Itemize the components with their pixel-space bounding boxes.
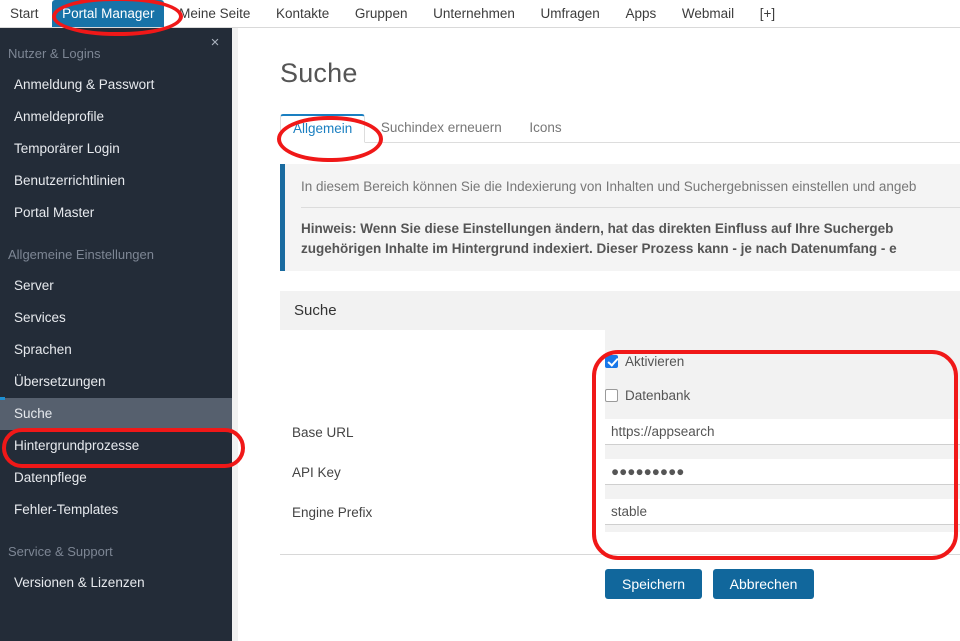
api-key-input[interactable] <box>605 459 960 485</box>
nav-item-meine-seite[interactable]: Meine Seite <box>168 0 261 27</box>
tab-allgemein[interactable]: Allgemein <box>280 114 366 143</box>
alert-note-text: Hinweis: Wenn Sie diese Einstellungen än… <box>301 219 960 259</box>
sidebar-item-versionen-lizenzen[interactable]: Versionen & Lizenzen <box>0 567 238 599</box>
tab-icons[interactable]: Icons <box>517 114 573 142</box>
checkbox-label-datenbank: Datenbank <box>625 387 691 403</box>
alert-note-line-2: zugehörigen Inhalte im Hintergrund index… <box>301 241 897 256</box>
nav-item-unternehmen[interactable]: Unternehmen <box>422 0 526 27</box>
form-action-bar: Speichern Abbrechen <box>280 569 960 599</box>
form-row-aktivieren: Aktivieren <box>280 344 960 378</box>
section-header-suche: Suche <box>280 291 960 330</box>
main-content: Suche Allgemein Suchindex erneuern Icons… <box>238 28 960 641</box>
sidebar-item-anmeldung-passwort[interactable]: Anmeldung & Passwort <box>0 69 238 101</box>
nav-item-portal-manager[interactable]: Portal Manager <box>52 0 165 27</box>
top-navigation-bar: Start Portal Manager Meine Seite Kontakt… <box>0 0 960 28</box>
nav-item-add-more[interactable]: [+] <box>749 0 786 27</box>
sidebar-item-suche[interactable]: Suche <box>0 397 238 430</box>
alert-note-line-1: Hinweis: Wenn Sie diese Einstellungen än… <box>301 221 894 236</box>
nav-item-kontakte[interactable]: Kontakte <box>265 0 340 27</box>
sidebar-item-sprachen[interactable]: Sprachen <box>0 334 238 366</box>
form-label-api-key: API Key <box>292 464 341 480</box>
sidebar-item-datenpflege[interactable]: Datenpflege <box>0 462 238 494</box>
tab-suchindex-erneuern[interactable]: Suchindex erneuern <box>369 114 514 142</box>
sidebar-scrollbar[interactable] <box>232 28 238 641</box>
checkbox-datenbank[interactable] <box>605 388 618 402</box>
search-settings-form: Aktivieren Datenbank Base URL API Key <box>280 330 960 532</box>
form-row-datenbank: Datenbank <box>280 378 960 412</box>
alert-divider <box>301 207 960 208</box>
engine-prefix-input[interactable] <box>605 499 960 525</box>
save-button[interactable]: Speichern <box>605 569 703 599</box>
checkbox-aktivieren[interactable] <box>605 354 618 368</box>
form-label-engine-prefix: Engine Prefix <box>292 504 373 520</box>
nav-item-start[interactable]: Start <box>0 0 49 27</box>
nav-item-umfragen[interactable]: Umfragen <box>530 0 611 27</box>
sidebar-item-uebersetzungen[interactable]: Übersetzungen <box>0 366 238 398</box>
close-icon[interactable]: × <box>206 34 224 52</box>
form-row-base-url: Base URL <box>280 412 960 452</box>
sidebar-item-anmeldeprofile[interactable]: Anmeldeprofile <box>0 101 238 133</box>
sidebar-item-hintergrundprozesse[interactable]: Hintergrundprozesse <box>0 430 238 462</box>
form-row-api-key: API Key <box>280 452 960 492</box>
cancel-button[interactable]: Abbrechen <box>712 569 815 599</box>
page-title: Suche <box>280 58 358 88</box>
form-row-engine-prefix: Engine Prefix <box>280 492 960 532</box>
nav-item-gruppen[interactable]: Gruppen <box>344 0 419 27</box>
sidebar-item-temporaerer-login[interactable]: Temporärer Login <box>0 133 238 165</box>
nav-item-apps[interactable]: Apps <box>614 0 667 27</box>
nav-item-webmail[interactable]: Webmail <box>671 0 745 27</box>
sidebar-item-fehler-templates[interactable]: Fehler-Templates <box>0 494 238 526</box>
sidebar-item-portal-master[interactable]: Portal Master <box>0 197 238 229</box>
tab-bar: Allgemein Suchindex erneuern Icons <box>280 113 960 143</box>
sidebar-item-services[interactable]: Services <box>0 302 238 334</box>
checkbox-label-aktivieren: Aktivieren <box>625 353 685 369</box>
sidebar-item-server[interactable]: Server <box>0 270 238 302</box>
form-label-base-url: Base URL <box>292 424 354 440</box>
sidebar-item-benutzerrichtlinien[interactable]: Benutzerrichtlinien <box>0 165 238 197</box>
sidebar-group-title-allgemeine-einstellungen: Allgemeine Einstellungen <box>8 247 154 262</box>
alert-description-text: In diesem Bereich können Sie die Indexie… <box>301 179 917 194</box>
sidebar-group-title-service-support: Service & Support <box>8 544 113 559</box>
form-footer-divider <box>280 554 960 555</box>
base-url-input[interactable] <box>605 419 960 445</box>
info-alert-box: In diesem Bereich können Sie die Indexie… <box>280 164 960 271</box>
sidebar-navigation: × Nutzer & Logins Anmeldung & Passwort A… <box>0 28 238 641</box>
sidebar-group-title-nutzer-logins: Nutzer & Logins <box>8 46 101 61</box>
